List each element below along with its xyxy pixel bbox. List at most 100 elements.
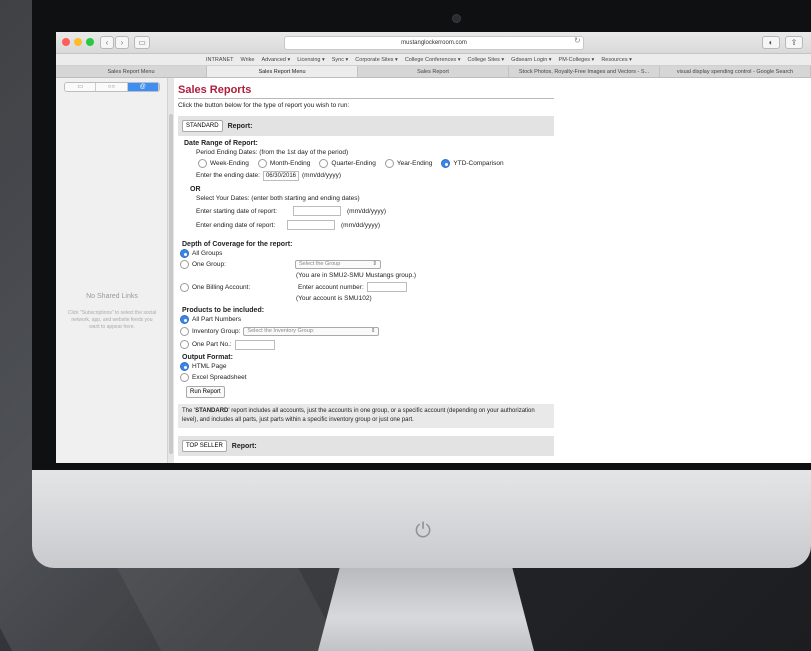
forward-icon[interactable]: › <box>115 36 129 49</box>
bookmark-item[interactable]: Resources ▾ <box>601 57 632 63</box>
html-page-label: HTML Page <box>192 363 227 370</box>
ending-date-row: Enter the ending date: 06/30/2016 (mm/dd… <box>178 169 811 182</box>
depth-heading: Depth of Coverage for the report: <box>182 241 293 248</box>
end-date-label: Enter ending date of report: <box>196 221 276 229</box>
start-date-input[interactable] <box>293 206 341 216</box>
year-ending-radio[interactable] <box>384 159 394 168</box>
select-dates-text: Select Your Dates: (enter both starting … <box>178 193 811 204</box>
close-window-button[interactable] <box>62 38 70 46</box>
back-icon[interactable]: ‹ <box>100 36 114 49</box>
bookmark-item[interactable]: Licensing ▾ <box>297 57 325 63</box>
ytd-comparison-radio[interactable] <box>441 159 451 168</box>
note-bold: STANDARD <box>195 408 229 414</box>
monitor-chin <box>32 470 811 568</box>
output-heading: Output Format: <box>182 354 233 361</box>
sidebar-toggle-icon[interactable]: ▭ <box>134 36 150 49</box>
top-seller-report-bar: TOP SELLER Report: <box>178 436 554 456</box>
bookmark-item[interactable]: Gdsearn Login ▾ <box>511 57 551 63</box>
ending-date-input[interactable]: 06/30/2016 <box>262 170 299 181</box>
top-seller-report-button[interactable]: TOP SELLER <box>182 440 227 452</box>
tab-sales-report-menu[interactable]: Sales Report Menu <box>56 66 207 77</box>
window-controls <box>62 38 94 46</box>
quarter-ending-radio[interactable] <box>319 159 329 168</box>
year-ending-label: Year-Ending <box>396 160 433 167</box>
bookmark-item[interactable]: Corporate Sites ▾ <box>355 57 398 63</box>
start-date-format: (mm/dd/yyyy) <box>347 207 386 215</box>
title-divider <box>178 98 554 99</box>
account-note: (Your account is SMU102) <box>296 295 372 302</box>
group-note-row: (You are in SMU2-SMU Mustangs group.) <box>178 270 811 281</box>
sales-report-page: Sales Reports Click the button below for… <box>174 78 811 463</box>
intro-text: Click the button below for the type of r… <box>178 102 350 109</box>
month-ending-label: Month-Ending <box>269 160 311 167</box>
share-icon[interactable]: ⇪ <box>785 36 803 49</box>
excel-label: Excel Spreadsheet <box>192 374 247 381</box>
shared-links-icon[interactable]: @ <box>127 83 159 91</box>
shared-links-sidebar: ▭ ○○ @ No Shared Links Click "Subscripti… <box>56 78 168 463</box>
ending-date-label: Enter the ending date: <box>196 172 260 179</box>
end-date-row: Enter ending date of report: (mm/dd/yyyy… <box>178 218 811 232</box>
address-bar[interactable]: mustanglockerroom.com <box>284 36 584 50</box>
products-heading: Products to be included: <box>182 307 265 314</box>
minimize-window-button[interactable] <box>74 38 82 46</box>
one-billing-radio[interactable] <box>180 282 189 292</box>
part-number-input[interactable] <box>234 339 275 350</box>
one-group-radio[interactable] <box>180 260 189 269</box>
one-part-radio[interactable] <box>180 340 189 349</box>
inventory-group-radio[interactable] <box>180 327 189 336</box>
tab-sales-report-menu-active[interactable]: Sales Report Menu <box>207 66 358 77</box>
browser-toolbar: ‹ › ▭ mustanglockerroom.com ↻ ◐ ⇪ <box>56 32 811 54</box>
html-page-radio[interactable] <box>180 362 189 371</box>
zoom-window-button[interactable] <box>86 38 94 46</box>
camera-icon <box>452 14 461 23</box>
group-select-value: Select the Group <box>299 261 341 267</box>
bookmark-item[interactable]: Sync ▾ <box>332 57 349 63</box>
ending-date-format: (mm/dd/yyyy) <box>302 172 341 179</box>
tab-stock-photos[interactable]: Stock Photos, Royalty-Free Images and Ve… <box>509 66 660 77</box>
tab-google-search[interactable]: visual display spending control - Google… <box>660 66 811 77</box>
month-ending-radio[interactable] <box>257 159 267 168</box>
or-label: OR <box>190 186 201 193</box>
bookmark-item[interactable]: INTRANET <box>206 57 234 63</box>
group-select[interactable]: Select the Group ⇕ <box>295 260 381 269</box>
bookmark-item[interactable]: Advanced ▾ <box>261 57 290 63</box>
bookmark-item[interactable]: College Sites ▾ <box>467 57 504 63</box>
all-parts-radio[interactable] <box>180 315 189 324</box>
bookmark-item[interactable]: PM-Colleges ▾ <box>559 57 595 63</box>
sidebar-segmented-control: ▭ ○○ @ <box>64 82 160 92</box>
all-groups-radio[interactable] <box>180 249 189 258</box>
week-ending-radio[interactable] <box>198 159 207 168</box>
inventory-select-value: Select the Inventory Group: <box>247 328 315 334</box>
one-group-row: One Group: Select the Group ⇕ <box>178 259 811 270</box>
reading-list-icon[interactable]: ○○ <box>96 83 128 91</box>
period-text: Period Ending Dates: (from the 1st day o… <box>178 147 811 158</box>
report-label: Report: <box>227 122 253 130</box>
start-date-row: Enter starting date of report: (mm/dd/yy… <box>178 204 811 218</box>
one-part-label: One Part No.: <box>192 341 232 348</box>
bookmarks-icon[interactable]: ▭ <box>65 83 97 91</box>
tab-sales-report[interactable]: Sales Report <box>358 66 509 77</box>
one-billing-label: One Billing Account: <box>192 283 251 291</box>
scrollbar-thumb[interactable] <box>169 114 173 454</box>
all-parts-label: All Part Numbers <box>192 316 242 323</box>
week-ending-label: Week-Ending <box>210 160 249 167</box>
group-note: (You are in SMU2-SMU Mustangs group.) <box>296 272 417 279</box>
account-label: Enter account number: <box>298 283 364 291</box>
inventory-group-select[interactable]: Select the Inventory Group: ⇕ <box>243 327 380 336</box>
standard-report-button[interactable]: STANDARD <box>182 120 223 132</box>
select-dates-label: Select Your Dates: (enter both starting … <box>196 195 360 202</box>
sidebar-description: Click "Subscriptions" to select the soci… <box>67 310 157 330</box>
report-label: Report: <box>231 442 257 450</box>
all-groups-label: All Groups <box>192 250 223 257</box>
run-report-button[interactable]: Run Report <box>186 386 225 398</box>
select-arrows-icon: ⇕ <box>370 328 376 334</box>
bookmark-item[interactable]: College Conferences ▾ <box>405 57 461 63</box>
privacy-icon[interactable]: ◐ <box>762 36 780 49</box>
one-part-row: One Part No.: <box>178 338 811 351</box>
bookmark-item[interactable]: Wrike <box>241 57 255 63</box>
excel-radio[interactable] <box>180 373 189 382</box>
reload-icon[interactable]: ↻ <box>574 36 581 45</box>
end-date-input[interactable] <box>287 220 335 230</box>
account-number-input[interactable] <box>366 282 407 292</box>
all-parts-row: All Part Numbers <box>178 314 811 325</box>
